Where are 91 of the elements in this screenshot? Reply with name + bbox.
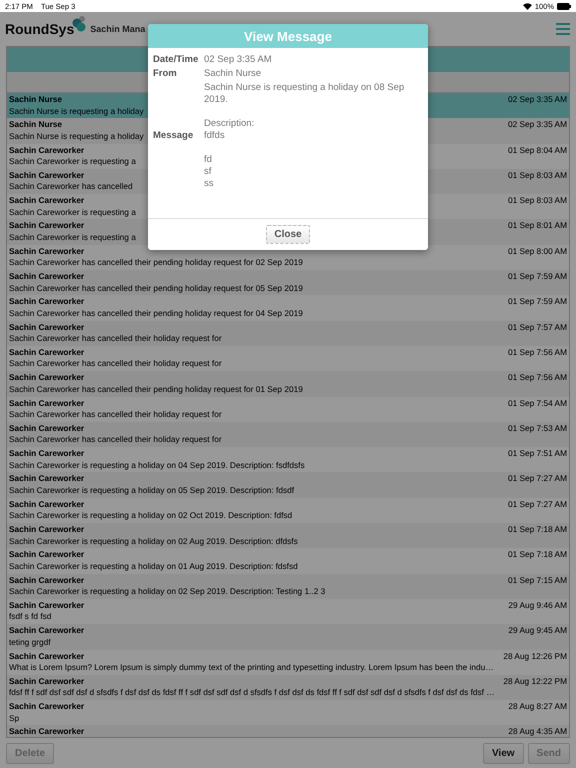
message-time: 01 Sep 8:03 AM: [508, 170, 567, 182]
message-time: 28 Aug 8:27 AM: [508, 701, 567, 713]
sender-name: Sachin Careworker: [9, 676, 84, 688]
message-time: 01 Sep 8:04 AM: [508, 144, 567, 156]
sender-name: Sachin Careworker: [9, 574, 84, 586]
message-text: Sachin Careworker is requesting a holiday on 05 Sep 2019. Description: fdsdf: [9, 484, 294, 496]
sender-name: Sachin Careworker: [9, 346, 84, 358]
message-text: Sachin Careworker is requesting a: [9, 232, 136, 244]
user-name: Sachin Mana: [90, 24, 146, 34]
field-value: sf: [204, 166, 212, 178]
sender-name: Sachin Careworker: [9, 195, 84, 207]
message-text: Sachin Careworker is requesting a holiday on 02 Oct 2019. Description: fdfsd: [9, 510, 292, 522]
message-text: Sachin Careworker has cancelled their pending holiday request for 05 Sep 2019: [9, 282, 303, 294]
sender-name: Sachin Careworker: [9, 448, 84, 460]
message-time: 01 Sep 7:53 AM: [508, 422, 567, 434]
message-time: 29 Aug 9:45 AM: [508, 625, 567, 637]
message-text: Sachin Careworker has cancelled their pending holiday request for 04 Sep 2019: [9, 308, 303, 320]
message-text: Sachin Nurse is requesting a holiday: [9, 130, 144, 142]
sender-name: Sachin Careworker: [9, 422, 84, 434]
message-text: Sachin Careworker has cancelled their holiday request for: [9, 409, 222, 421]
message-text: Sachin Careworker is requesting a holiday on 01 Aug 2019. Description: fdsfsd: [9, 560, 298, 572]
dialog-title: View Message: [148, 24, 428, 48]
field-value: Description:: [204, 118, 256, 130]
message-time: 01 Sep 8:03 AM: [508, 195, 567, 207]
message-time: 29 Aug 9:46 AM: [508, 600, 567, 612]
message-text: Sachin Careworker is requesting a holiday on 02 Sep 2019. Description: Testing 1..2 3: [9, 586, 326, 598]
message-time: 01 Sep 7:59 AM: [508, 296, 567, 308]
field-value: Sachin Nurse: [204, 68, 262, 80]
message-time: 01 Sep 7:56 AM: [508, 346, 567, 358]
message-text: Sachin Nurse is requesting a holiday: [9, 106, 144, 117]
message-text: Sachin Careworker has cancelled their pending holiday request for 01 Sep 2019: [9, 384, 303, 396]
message-text: Sachin Careworker has cancelled their holiday request for: [9, 333, 222, 345]
sender-name: Sachin Careworker: [9, 296, 84, 308]
sender-name: Sachin Careworker: [9, 600, 84, 612]
sender-name: Sachin Careworker: [9, 398, 84, 410]
message-text: teting grgdf: [9, 636, 51, 648]
sender-name: Sachin Careworker: [9, 726, 84, 737]
sender-name: Sachin Careworker: [9, 498, 84, 510]
sender-name: Sachin Careworker: [9, 650, 84, 662]
sender-name: Sachin Careworker: [9, 549, 84, 561]
message-time: 01 Sep 8:00 AM: [508, 246, 567, 258]
message-time: 02 Sep 3:35 AM: [508, 119, 567, 131]
sender-name: Sachin Careworker: [9, 473, 84, 485]
message-time: 01 Sep 7:18 AM: [508, 524, 567, 536]
message-text: Sachin Careworker has cancelled their holiday request for: [9, 434, 222, 446]
field-label: Message: [153, 130, 194, 142]
sender-name: Sachin Nurse: [9, 94, 62, 106]
message-time: 02 Sep 3:35 AM: [508, 94, 567, 106]
sender-name: Sachin Careworker: [9, 372, 84, 384]
field-value: fdfds: [204, 130, 226, 142]
message-text: Sachin Careworker has cancelled their pending holiday request for 02 Sep 2019: [9, 257, 303, 269]
sender-name: Sachin Careworker: [9, 625, 84, 637]
sender-name: Sachin Careworker: [9, 524, 84, 536]
message-text: What is Lorem Ipsum? Lorem Ipsum is simply dummy text of the printing and typesetting industry. Lorem Ipsum has been the indu…: [9, 662, 494, 674]
message-time: 01 Sep 7:57 AM: [508, 322, 567, 334]
message-time: 01 Sep 7:56 AM: [508, 372, 567, 384]
field-value: ss: [204, 178, 214, 190]
field-value: fd: [204, 154, 213, 166]
sender-name: Sachin Nurse: [9, 119, 62, 131]
message-time: 01 Sep 7:51 AM: [508, 448, 567, 460]
message-text: Sachin Careworker is requesting a holiday on 04 Sep 2019. Description: fsdfdsfs: [9, 460, 305, 472]
sender-name: Sachin Careworker: [9, 170, 84, 182]
message-time: 01 Sep 7:18 AM: [508, 549, 567, 561]
message-text: Sachin Careworker has cancelled: [9, 181, 133, 193]
message-text: fsdf s fd fsd: [9, 611, 52, 623]
message-time: 01 Sep 7:59 AM: [508, 271, 567, 283]
sender-name: Sachin Careworker: [9, 322, 84, 334]
message-time: 28 Aug 4:35 AM: [508, 726, 567, 737]
message-time: 28 Aug 12:26 PM: [503, 650, 567, 662]
field-label: From: [153, 68, 178, 80]
sender-name: Sachin Careworker: [9, 701, 84, 713]
sender-name: Sachin Careworker: [9, 144, 84, 156]
message-time: 28 Aug 12:22 PM: [503, 676, 567, 688]
sender-name: Sachin Careworker: [9, 220, 84, 232]
message-time: 01 Sep 7:27 AM: [508, 498, 567, 510]
message-time: 01 Sep 7:15 AM: [508, 574, 567, 586]
field-value: Sachin Nurse is requesting a holiday on 08 Sep 2019.: [204, 82, 406, 106]
field-value: 02 Sep 3:35 AM: [204, 54, 273, 66]
message-text: Sp: [9, 712, 20, 724]
message-text: Sachin Careworker is requesting a: [9, 206, 136, 218]
message-text: Sachin Careworker is requesting a holiday on 02 Aug 2019. Description: dfdsfs: [9, 536, 298, 548]
message-time: 01 Sep 7:27 AM: [508, 473, 567, 485]
message-text: fdsf ff f sdf dsf sdf dsf d sfsdfs f dsf dsf ds fdsf ff f sdf dsf sdf dsf d sfsdfs f dsf dsf ds fdsf ff f sdf dsf sdf dsf d sfsdfs f dsf dsf ds fdsf …: [9, 687, 495, 699]
app-logo: RoundSys: [5, 21, 74, 37]
sender-name: Sachin Careworker: [9, 246, 84, 258]
sender-name: Sachin Careworker: [9, 271, 84, 283]
message-time: 01 Sep 8:01 AM: [508, 220, 567, 232]
message-text: Sachin Careworker is requesting a: [9, 156, 136, 168]
field-label: Date/Time: [153, 54, 200, 66]
message-time: 01 Sep 7:54 AM: [508, 398, 567, 410]
message-text: Sachin Careworker has cancelled their holiday request for: [9, 358, 222, 370]
